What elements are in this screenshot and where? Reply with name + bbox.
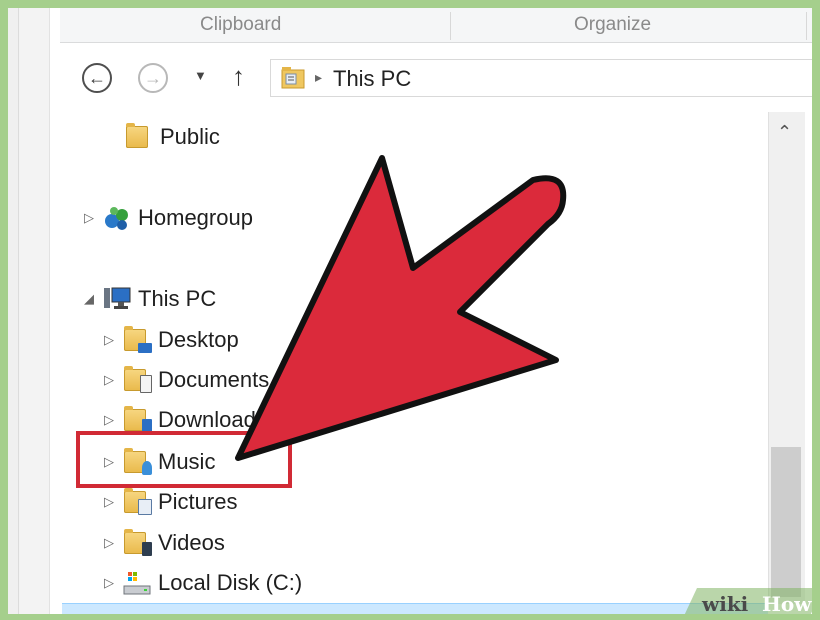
red-pointer-arrow-icon [235, 155, 567, 461]
wikihow-watermark: wiki How [676, 584, 820, 618]
